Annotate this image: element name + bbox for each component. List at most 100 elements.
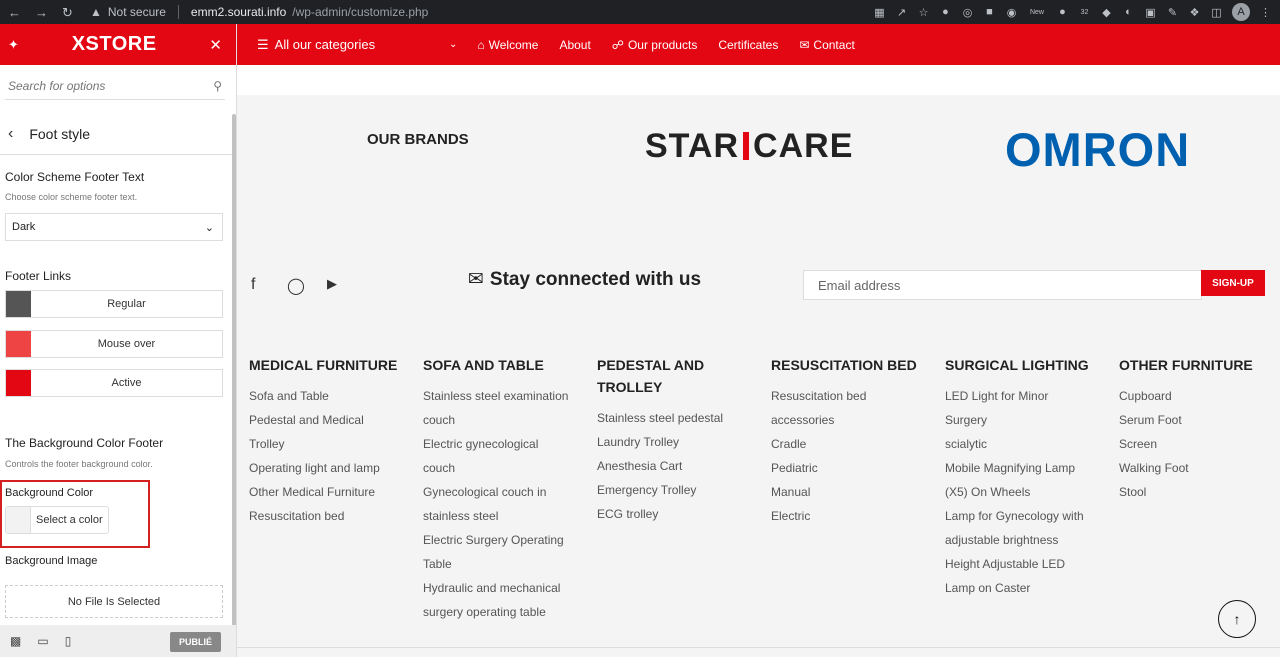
grammarly-icon[interactable]: ● (1056, 6, 1069, 18)
footer-link[interactable]: Hydraulic and mechanical (423, 576, 588, 600)
close-icon[interactable]: ✕ (209, 36, 222, 54)
signup-button[interactable]: SIGN-UP (1201, 270, 1265, 296)
footer-link[interactable]: stainless steel (423, 504, 588, 528)
bg-image-dropzone[interactable]: No File Is Selected (5, 585, 223, 618)
share-icon[interactable]: ↗ (895, 6, 908, 19)
footer-link[interactable]: Pedestal and Medical (249, 408, 414, 432)
nav-contact[interactable]: ✉ Contact (799, 38, 854, 52)
back-icon[interactable]: ← (8, 6, 21, 19)
extension-icon[interactable]: ● (939, 6, 952, 18)
search-input[interactable] (8, 78, 188, 93)
footer-link[interactable]: Stainless steel examination (423, 384, 588, 408)
tablet-preview-icon[interactable]: ▭ (37, 634, 48, 648)
footer-link[interactable]: Laundry Trolley (597, 430, 727, 454)
footer-link[interactable]: Emergency Trolley (597, 478, 727, 502)
extension-new-icon[interactable]: New (1027, 9, 1047, 16)
footer-link[interactable]: adjustable brightness (945, 528, 1110, 552)
footer-link[interactable]: Cupboard (1119, 384, 1269, 408)
color-swatch[interactable] (6, 331, 31, 357)
email-field[interactable]: Email address (803, 270, 1202, 300)
link-color-regular[interactable]: Regular (5, 290, 223, 318)
translate-icon[interactable]: ▦ (873, 6, 886, 19)
search-icon[interactable]: ⚲ (213, 79, 222, 93)
footer-link[interactable]: Electric gynecological (423, 432, 588, 456)
footer-link[interactable]: Lamp on Caster (945, 576, 1110, 600)
address-bar[interactable]: ▲ Not secure emm2.sourati.info/wp-admin/… (90, 0, 428, 24)
footer-link[interactable]: Lamp for Gynecology with (945, 504, 1110, 528)
footer-link[interactable]: Screen (1119, 432, 1269, 456)
back-to-top-button[interactable]: ↑ (1218, 600, 1256, 638)
footer-link[interactable]: Table (423, 552, 588, 576)
menu-dots-icon[interactable]: ⋮ (1259, 6, 1272, 19)
footer-link[interactable]: Sofa and Table (249, 384, 414, 408)
footer-link[interactable]: Mobile Magnifying Lamp (945, 456, 1110, 480)
pin-icon[interactable]: ✦ (8, 37, 19, 53)
back-arrow-icon[interactable]: ‹ (8, 125, 13, 143)
footer-link[interactable]: couch (423, 408, 588, 432)
extension-icon[interactable]: ◆ (1100, 6, 1113, 19)
globe-icon[interactable]: ◎ (961, 6, 974, 19)
select-color-label: Select a color (36, 514, 103, 526)
column-heading: OTHER FURNITURE (1119, 357, 1253, 373)
link-color-mouse-over[interactable]: Mouse over (5, 330, 223, 358)
footer-link[interactable]: Manual (771, 480, 936, 504)
footer-link[interactable]: Height Adjustable LED (945, 552, 1110, 576)
footer-link[interactable]: scialytic (945, 432, 1110, 456)
footer-link[interactable]: Pediatric (771, 456, 936, 480)
footer-link[interactable]: ECG trolley (597, 502, 727, 526)
panel-scrollbar[interactable] (232, 114, 236, 634)
footer-link[interactable]: Other Medical Furniture (249, 480, 414, 504)
sidebar-toggle-icon[interactable]: ◫ (1210, 6, 1223, 19)
staricare-logo[interactable]: STAR CARE (645, 127, 853, 166)
color-swatch[interactable] (6, 291, 31, 317)
extension-icon[interactable]: ▣ (1144, 6, 1157, 19)
footer-link[interactable]: Resuscitation bed (771, 384, 936, 408)
color-swatch[interactable] (6, 370, 31, 396)
extension-icon[interactable]: ◐ (1122, 6, 1135, 18)
instagram-icon[interactable]: ◯ (287, 276, 305, 296)
facebook-icon[interactable]: f (251, 276, 255, 294)
chevron-down-icon[interactable]: ⌄ (449, 39, 457, 50)
link-color-label: Active (111, 377, 142, 389)
publish-button[interactable]: PUBLIÉ (169, 632, 221, 652)
footer-link[interactable]: Operating light and lamp (249, 456, 414, 480)
footer-link[interactable]: Electric (771, 504, 936, 528)
youtube-icon[interactable]: ▶ (327, 276, 337, 292)
footer-link[interactable]: Cradle (771, 432, 936, 456)
camera-icon[interactable]: ◉ (1005, 6, 1018, 19)
nav-products[interactable]: ☍ Our products (612, 38, 698, 52)
pen-icon[interactable]: ✎ (1166, 6, 1179, 19)
puzzle-icon[interactable]: ❖ (1188, 6, 1201, 19)
link-color-active[interactable]: Active (5, 369, 223, 397)
profile-avatar[interactable]: A (1232, 3, 1250, 21)
footer-link[interactable]: LED Light for Minor (945, 384, 1110, 408)
footer-link[interactable]: couch (423, 456, 588, 480)
footer-link[interactable]: Gynecological couch in (423, 480, 588, 504)
footer-link[interactable]: Resuscitation bed (249, 504, 414, 528)
forward-icon[interactable]: → (35, 6, 48, 19)
footer-link[interactable]: (X5) On Wheels (945, 480, 1110, 504)
select-color-button[interactable]: Select a color (5, 506, 109, 534)
footer-link[interactable]: Walking Foot (1119, 456, 1269, 480)
nav-welcome[interactable]: ⌂ Welcome (477, 38, 538, 52)
nav-certificates[interactable]: Certificates (718, 38, 778, 52)
mobile-preview-icon[interactable]: ▯ (65, 634, 72, 648)
footer-link[interactable]: Anesthesia Cart (597, 454, 727, 478)
footer-link[interactable]: Electric Surgery Operating (423, 528, 588, 552)
nav-about[interactable]: About (559, 38, 590, 52)
footer-link[interactable]: Stool (1119, 480, 1269, 504)
omron-logo[interactable]: OMRON (1005, 122, 1225, 178)
footer-link[interactable]: surgery operating table (423, 600, 588, 624)
extension-count-icon[interactable]: 32 (1078, 9, 1091, 16)
footer-link[interactable]: Stainless steel pedestal (597, 406, 727, 430)
footer-link[interactable]: Surgery (945, 408, 1110, 432)
categories-menu[interactable]: ☰ All our categories (237, 37, 449, 53)
color-scheme-select[interactable]: Dark ⌄ (5, 213, 223, 241)
reload-icon[interactable]: ↻ (62, 6, 73, 19)
bookmark-star-icon[interactable]: ☆ (917, 6, 930, 19)
footer-link[interactable]: Trolley (249, 432, 414, 456)
footer-link[interactable]: accessories (771, 408, 936, 432)
footer-link[interactable]: Serum Foot (1119, 408, 1269, 432)
desktop-preview-icon[interactable]: ▩ (10, 634, 21, 648)
extension-icon[interactable]: ■ (983, 6, 996, 18)
